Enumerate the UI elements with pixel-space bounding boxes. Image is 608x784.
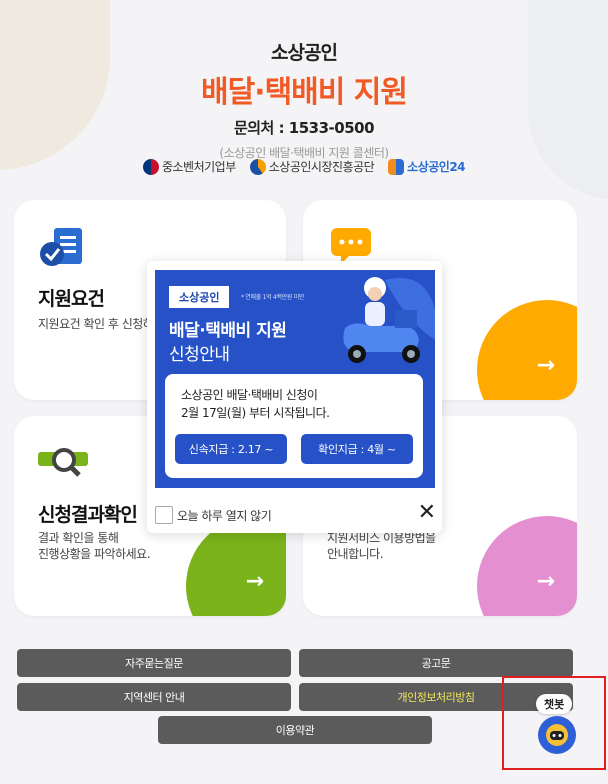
logo-bar: 중소벤처기업부 소상공인시장진흥공단 소상공인24 bbox=[0, 158, 608, 175]
popup-message-box: 소상공인 배달·택배비 신청이 2월 17일(월) 부터 시작됩니다. 신속지급… bbox=[165, 374, 423, 478]
card-description: 지원요건 확인 후 신청하 bbox=[38, 317, 154, 331]
card-description: 안내합니다. bbox=[327, 547, 384, 561]
contact-phone: 문의처 : 1533-0500 bbox=[233, 119, 375, 137]
popup-subtitle: 신청안내 bbox=[169, 345, 230, 365]
dont-show-today[interactable]: 오늘 하루 열지 않기 bbox=[155, 506, 272, 524]
notice-button[interactable]: 공고문 bbox=[299, 649, 573, 677]
delivery-rider-illustration bbox=[343, 277, 435, 363]
confirm-payment-pill: 확인지급 : 4월 ~ bbox=[301, 434, 413, 464]
header-subtitle: 소상공인 bbox=[271, 42, 338, 64]
semas-icon bbox=[249, 158, 266, 175]
terms-button[interactable]: 이용약관 bbox=[158, 716, 432, 744]
logo-semas[interactable]: 소상공인시장진흥공단 bbox=[249, 158, 375, 175]
close-icon[interactable]: ✕ bbox=[418, 502, 436, 524]
popup-title: 배달·택배비 지원 bbox=[169, 321, 287, 341]
popup-banner[interactable]: 소상공인 * 연매출 1억 4백만원 미만 배달·택배비 지원 신청안내 소상공… bbox=[155, 270, 435, 488]
logo-mss[interactable]: 중소벤처기업부 bbox=[142, 158, 236, 175]
arrow-right-icon: → bbox=[245, 569, 264, 594]
dont-show-label: 오늘 하루 열지 않기 bbox=[177, 508, 272, 523]
card-title: 지원요건 bbox=[38, 288, 105, 310]
card-description: 진행상황을 파악하세요. bbox=[38, 547, 151, 561]
card-title: 신청결과확인 bbox=[38, 504, 138, 526]
card-description: 결과 확인을 통해 bbox=[38, 531, 119, 545]
card-corner-accent bbox=[477, 300, 577, 400]
logo-label: 소상공인시장진흥공단 bbox=[268, 160, 375, 174]
header: 소상공인 배달·택배비 지원 문의처 : 1533-0500 (소상공인 배달·… bbox=[0, 38, 608, 161]
document-check-icon bbox=[40, 228, 82, 266]
logo-sbiz24[interactable]: 소상공인24 bbox=[388, 158, 466, 175]
arrow-right-icon: → bbox=[536, 569, 555, 594]
popup-body: 소상공인 배달·택배비 신청이 2월 17일(월) 부터 시작됩니다. bbox=[181, 386, 330, 422]
popup-body-line: 2월 17일(월) 부터 시작됩니다. bbox=[181, 406, 330, 420]
arrow-right-icon: → bbox=[536, 353, 555, 378]
page-title: 배달·택배비 지원 bbox=[200, 75, 408, 110]
regional-center-button[interactable]: 지역센터 안내 bbox=[17, 683, 291, 711]
popup-body-line: 소상공인 배달·택배비 신청이 bbox=[181, 388, 318, 402]
chatbot-icon bbox=[546, 724, 568, 746]
magnifier-icon bbox=[38, 448, 88, 477]
card-corner-accent bbox=[477, 516, 577, 616]
dont-show-checkbox[interactable] bbox=[155, 506, 173, 524]
notice-popup: 소상공인 * 연매출 1억 4백만원 미만 배달·택배비 지원 신청안내 소상공… bbox=[147, 261, 442, 533]
page: 소상공인 배달·택배비 지원 문의처 : 1533-0500 (소상공인 배달·… bbox=[0, 0, 608, 784]
popup-tag: 소상공인 bbox=[169, 286, 230, 308]
chatbot-button[interactable] bbox=[538, 716, 576, 754]
popup-note: * 연매출 1억 4백만원 미만 bbox=[241, 294, 305, 301]
chatbot-label[interactable]: 챗봇 bbox=[536, 694, 573, 714]
plus-logo-icon bbox=[388, 158, 405, 175]
faq-button[interactable]: 자주묻는질문 bbox=[17, 649, 291, 677]
logo-label: 중소벤처기업부 bbox=[161, 160, 236, 174]
taegeuk-icon bbox=[142, 158, 159, 175]
fast-payment-pill: 신속지급 : 2.17 ~ bbox=[175, 434, 287, 464]
logo-label: 소상공인24 bbox=[407, 160, 466, 174]
